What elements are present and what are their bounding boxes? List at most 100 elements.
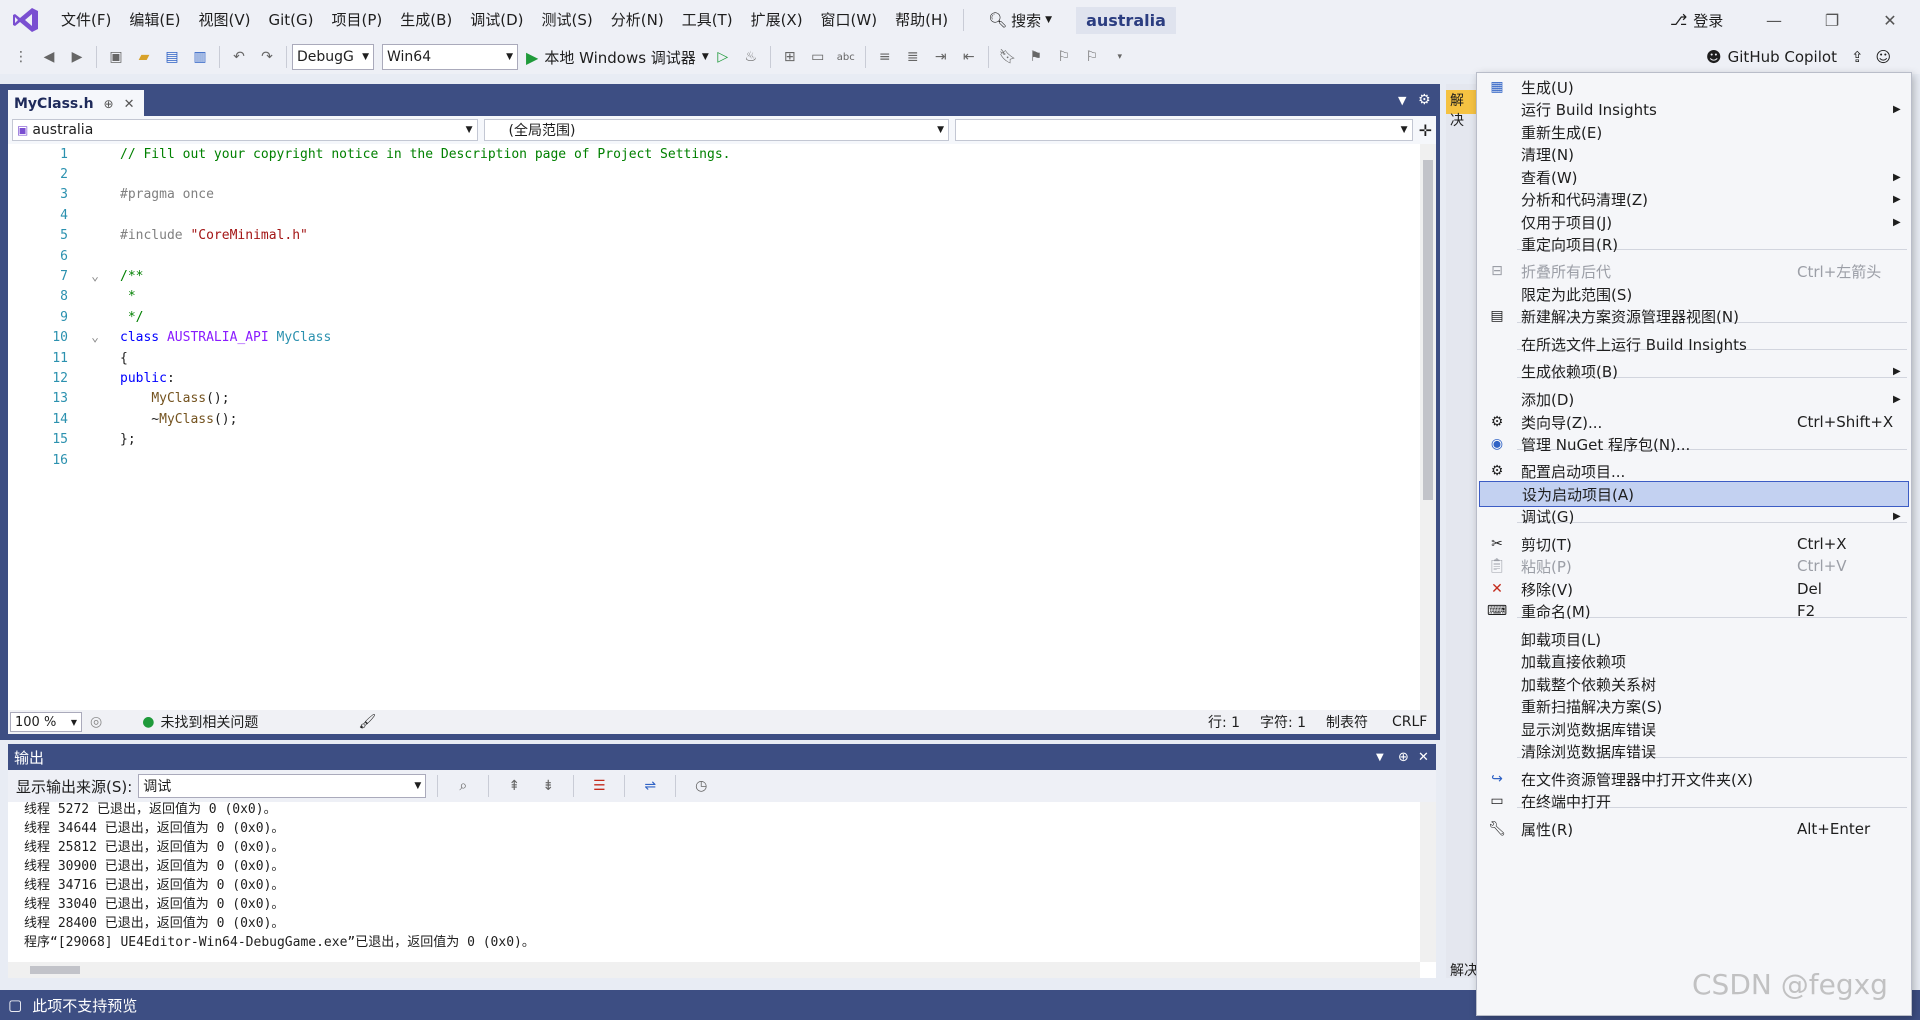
prev-bookmark-icon[interactable]: ⚑ xyxy=(1025,46,1047,68)
prev-message-icon[interactable]: ⇞ xyxy=(503,775,525,797)
tab-overflow-icon[interactable]: ▼ xyxy=(1398,94,1406,107)
code-line[interactable]: 9 */ xyxy=(8,307,1408,327)
hot-reload-icon[interactable]: ♨ xyxy=(740,46,762,68)
fold-toggle-icon[interactable]: ⌄ xyxy=(70,269,120,284)
code-line[interactable]: 16 xyxy=(8,450,1408,470)
start-debugging-button[interactable]: ▶ 本地 Windows 调试器 ▼ xyxy=(526,47,709,68)
platform-select[interactable]: Win64 ▼ xyxy=(382,44,518,70)
split-editor-icon[interactable]: ✛ xyxy=(1419,121,1432,140)
next-bookmark-icon[interactable]: ⚐ xyxy=(1053,46,1075,68)
code-line[interactable]: 8 * xyxy=(8,287,1408,307)
menu-item[interactable]: 分析(N) xyxy=(602,0,673,40)
visual-studio-logo-icon[interactable] xyxy=(0,0,52,40)
code-line[interactable]: 13 MyClass(); xyxy=(8,389,1408,409)
column-indicator[interactable]: 字符: 1 xyxy=(1260,712,1306,732)
output-horizontal-scrollbar[interactable] xyxy=(8,962,1420,978)
close-window-button[interactable]: ✕ xyxy=(1862,0,1918,40)
menu-item[interactable]: 调试(D) xyxy=(461,0,532,40)
clear-all-icon[interactable]: ☰ xyxy=(588,775,610,797)
issues-status[interactable]: 未找到相关问题 xyxy=(160,712,258,732)
layout-icon[interactable]: ▭ xyxy=(807,46,829,68)
back-icon[interactable]: ◀ xyxy=(38,46,60,68)
menu-item[interactable]: 项目(P) xyxy=(323,0,392,40)
context-menu-item[interactable]: 生成依赖项(B) ▶ xyxy=(1479,358,1909,384)
scrollbar-thumb[interactable] xyxy=(30,966,80,974)
find-message-icon[interactable]: ⌕ xyxy=(452,775,474,797)
login-button[interactable]: ⎇ 登录 xyxy=(1670,0,1723,40)
context-menu-item[interactable]: ⌨ 重命名(M) F2 xyxy=(1479,598,1909,624)
open-folder-icon[interactable]: ▰ xyxy=(133,46,155,68)
redo-icon[interactable]: ↷ xyxy=(256,46,278,68)
menu-item[interactable]: 窗口(W) xyxy=(812,0,887,40)
toolbar-overflow-icon[interactable]: ▾ xyxy=(1109,46,1131,68)
project-select[interactable]: ▣ australia ▼ xyxy=(12,119,478,141)
context-menu-item[interactable]: 🔧︎ 属性(R) Alt+Enter xyxy=(1479,816,1909,842)
code-editor[interactable]: 1 // Fill out your copyright notice in th… xyxy=(8,144,1420,710)
line-indicator[interactable]: 行: 1 xyxy=(1208,712,1240,732)
comment-icon[interactable]: ≡ xyxy=(874,46,896,68)
fold-toggle-icon[interactable]: ⌄ xyxy=(70,330,120,345)
context-menu-item[interactable]: ▭ 在终端中打开 xyxy=(1479,788,1909,814)
tabs-indicator[interactable]: 制表符 xyxy=(1326,712,1368,732)
clear-bookmarks-icon[interactable]: ⚐ xyxy=(1081,46,1103,68)
context-menu-item[interactable]: 清除浏览数据库错误 xyxy=(1479,738,1909,764)
tab-solution-explorer[interactable]: 解决 xyxy=(1446,90,1476,129)
search-button[interactable]: 🔍︎ 搜索 ▼ xyxy=(978,10,1062,31)
menu-item[interactable]: 文件(F) xyxy=(52,0,120,40)
menu-item[interactable]: 帮助(H) xyxy=(886,0,957,40)
indent-icon[interactable]: ⇥ xyxy=(930,46,952,68)
menu-item[interactable]: 生成(B) xyxy=(391,0,461,40)
code-line[interactable]: 3 #pragma once xyxy=(8,185,1408,205)
code-line[interactable]: 1 // Fill out your copyright notice in th… xyxy=(8,144,1408,164)
outdent-icon[interactable]: ⇤ xyxy=(958,46,980,68)
line-ending-indicator[interactable]: CRLF xyxy=(1392,714,1427,730)
code-cleanup-icon[interactable]: 🖌︎ xyxy=(358,714,376,730)
minimize-button[interactable]: — xyxy=(1746,0,1802,40)
code-line[interactable]: 2 xyxy=(8,164,1408,184)
editor-vertical-scrollbar[interactable] xyxy=(1420,144,1436,710)
intellicode-icon[interactable]: ◎ xyxy=(90,714,102,730)
save-all-icon[interactable]: ▥ xyxy=(189,46,211,68)
output-vertical-scrollbar[interactable] xyxy=(1420,802,1436,962)
scrollbar-thumb[interactable] xyxy=(1423,160,1433,500)
output-pin-icon[interactable]: ⊕ xyxy=(1398,750,1409,765)
code-line[interactable]: 15}; xyxy=(8,430,1408,450)
undo-icon[interactable]: ↶ xyxy=(228,46,250,68)
output-source-select[interactable]: 调试 ▼ xyxy=(138,774,427,798)
share-icon[interactable]: ⇪ xyxy=(1851,48,1864,66)
new-project-icon[interactable]: ▣ xyxy=(105,46,127,68)
restore-button[interactable]: ❐ xyxy=(1804,0,1860,40)
code-line[interactable]: 4 xyxy=(8,205,1408,225)
code-line[interactable]: 11 { xyxy=(8,348,1408,368)
code-line[interactable]: 6 xyxy=(8,246,1408,266)
menu-item[interactable]: 视图(V) xyxy=(190,0,260,40)
start-without-debugging-icon[interactable]: ▷ xyxy=(712,46,734,68)
timestamp-icon[interactable]: ◷ xyxy=(690,775,712,797)
spell-check-icon[interactable]: abc xyxy=(835,46,857,68)
output-dropdown-icon[interactable]: ▼ xyxy=(1376,752,1384,763)
code-line[interactable]: 10 ⌄ class AUSTRALIA_API MyClass xyxy=(8,328,1408,348)
configuration-select[interactable]: DebugG ▼ xyxy=(292,44,374,70)
zoom-select[interactable]: 100 % ▼ xyxy=(10,712,82,732)
code-line[interactable]: 7 ⌄/** xyxy=(8,266,1408,286)
context-menu-item[interactable]: 调试(G) ▶ xyxy=(1479,503,1909,529)
feedback-icon[interactable]: ☺ xyxy=(1876,48,1892,66)
menu-item[interactable]: 测试(S) xyxy=(533,0,602,40)
member-select[interactable]: ▼ xyxy=(955,119,1413,141)
pin-icon[interactable]: ⊕ xyxy=(104,97,114,111)
context-menu-item[interactable]: 在所选文件上运行 Build Insights xyxy=(1479,331,1909,357)
menu-item[interactable]: 工具(T) xyxy=(673,0,742,40)
next-message-icon[interactable]: ⇟ xyxy=(537,775,559,797)
word-wrap-icon[interactable]: ⇌ xyxy=(639,775,661,797)
forward-icon[interactable]: ▶ xyxy=(66,46,88,68)
context-menu-item[interactable]: ▤ 新建解决方案资源管理器视图(N) xyxy=(1479,303,1909,329)
tab-myclass-h[interactable]: MyClass.h ⊕ ✕ xyxy=(8,90,144,116)
menu-item[interactable]: 扩展(X) xyxy=(742,0,812,40)
output-text[interactable]: 线程 5272 已退出，返回值为 0 (0x0)。 线程 34644 已退出，返回… xyxy=(8,802,1436,978)
output-close-icon[interactable]: ✕ xyxy=(1418,750,1429,765)
scope-select[interactable]: (全局范围) ▼ xyxy=(483,119,949,141)
save-icon[interactable]: ▤ xyxy=(161,46,183,68)
bookmark-icon[interactable]: 🔖︎ xyxy=(997,46,1019,68)
close-tab-icon[interactable]: ✕ xyxy=(124,97,135,112)
tab-settings-icon[interactable]: ⚙ xyxy=(1418,92,1431,108)
